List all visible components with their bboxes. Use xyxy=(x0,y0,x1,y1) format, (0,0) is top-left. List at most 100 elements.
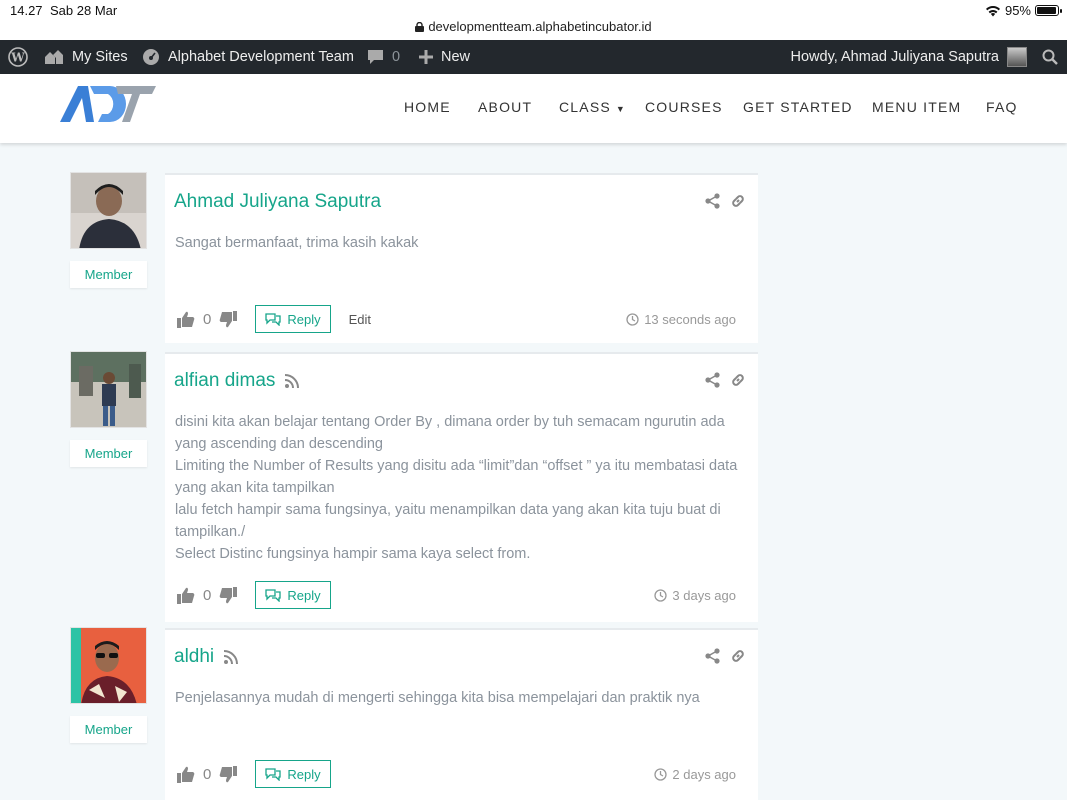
author-name[interactable]: aldhi xyxy=(174,646,214,668)
battery-fill xyxy=(1037,7,1056,14)
comment-line: Sangat bermanfaat, trima kasih kakak xyxy=(175,235,419,251)
comments-menu[interactable]: 0 xyxy=(367,40,400,74)
admin-bar: W My Sites Alphabet Development Team 0 N… xyxy=(0,40,1067,74)
comment-line: Select Distinc fungsinya hampir sama kay… xyxy=(175,546,531,562)
comment-avatar xyxy=(70,172,147,249)
nav-home[interactable]: HOME xyxy=(404,99,451,115)
comment-body: disini kita akan belajar tentang Order B… xyxy=(175,411,742,565)
battery-percent: 95% xyxy=(1004,3,1031,18)
comment-author: aldhi xyxy=(174,646,239,668)
my-sites-menu[interactable]: My Sites xyxy=(44,40,128,74)
comment-footer: 0 Reply 2 days ago xyxy=(177,760,736,788)
vote-count: 0 xyxy=(203,586,212,604)
reply-icon xyxy=(265,768,281,781)
plus-icon xyxy=(419,50,433,64)
status-time: 14.27 xyxy=(10,3,43,18)
comment-timestamp: 2 days ago xyxy=(654,767,736,782)
status-bar: 14.27 Sab 28 Mar developmentteam.alphabe… xyxy=(0,0,1067,40)
my-sites-icon xyxy=(45,50,63,64)
comment-author: alfian dimas xyxy=(174,370,300,392)
wordpress-menu[interactable]: W xyxy=(8,40,28,74)
thumbs-down-icon[interactable] xyxy=(219,765,238,783)
comment-avatar xyxy=(70,627,147,704)
search-icon xyxy=(1042,49,1058,65)
account-menu[interactable]: Howdy, Ahmad Juliyana Saputra xyxy=(790,40,1027,74)
comment-line: disini kita akan belajar tentang Order B… xyxy=(175,414,725,430)
comment-line: yang ascending dan descending xyxy=(175,436,383,452)
clock-icon xyxy=(654,588,668,602)
address-bar[interactable]: developmentteam.alphabetincubator.id xyxy=(0,19,1067,34)
nav-class[interactable]: CLASS ▼ xyxy=(559,99,626,115)
comment-bubble-icon xyxy=(368,50,383,64)
status-date: Sab 28 Mar xyxy=(50,3,118,18)
nav-menu-item[interactable]: MENU ITEM xyxy=(872,99,961,115)
wifi-icon xyxy=(985,5,1000,16)
rss-icon[interactable] xyxy=(285,374,300,388)
comment-avatar xyxy=(70,351,147,428)
edit-link[interactable]: Edit xyxy=(349,312,371,327)
reply-label: Reply xyxy=(287,311,321,327)
comment-line: Penjelasannya mudah di mengerti sehingga… xyxy=(175,690,700,706)
rss-icon[interactable] xyxy=(224,650,239,664)
vote-controls: 0 xyxy=(177,310,238,328)
site-logo[interactable] xyxy=(60,84,156,124)
reply-icon xyxy=(265,313,281,326)
comment-card: Ahmad Juliyana Saputra Sangat bermanfaat… xyxy=(165,173,758,343)
thumbs-down-icon[interactable] xyxy=(219,310,238,328)
member-badge: Member xyxy=(70,716,147,743)
new-label: New xyxy=(441,49,471,65)
author-name[interactable]: Ahmad Juliyana Saputra xyxy=(174,191,381,213)
comment-body: Penjelasannya mudah di mengerti sehingga… xyxy=(175,687,742,709)
nav-class-label: CLASS xyxy=(559,99,611,115)
admin-search[interactable] xyxy=(1042,40,1058,74)
reply-button[interactable]: Reply xyxy=(255,305,331,333)
comment-body: Sangat bermanfaat, trima kasih kakak xyxy=(175,232,742,254)
link-icon[interactable] xyxy=(730,372,746,388)
reply-button[interactable]: Reply xyxy=(255,760,331,788)
member-badge: Member xyxy=(70,440,147,467)
comment-footer: 0 Reply 3 days ago xyxy=(177,581,736,609)
author-name[interactable]: alfian dimas xyxy=(174,370,275,392)
my-sites-label: My Sites xyxy=(72,49,128,65)
svg-text:W: W xyxy=(10,51,25,65)
vote-count: 0 xyxy=(203,310,212,328)
vote-controls: 0 xyxy=(177,586,238,604)
nav-about[interactable]: ABOUT xyxy=(478,99,532,115)
status-right: 95% xyxy=(985,3,1062,18)
avatar xyxy=(1007,47,1027,67)
share-icon[interactable] xyxy=(705,193,720,209)
thumbs-up-icon[interactable] xyxy=(177,766,195,783)
new-content-menu[interactable]: New xyxy=(419,40,470,74)
thumbs-down-icon[interactable] xyxy=(219,586,238,604)
battery-icon xyxy=(1035,5,1062,16)
vote-count: 0 xyxy=(203,765,212,783)
avatar-photo xyxy=(71,628,146,703)
share-icon[interactable] xyxy=(705,372,720,388)
clock-icon xyxy=(626,312,639,326)
link-icon[interactable] xyxy=(730,648,746,664)
site-name-label: Alphabet Development Team xyxy=(168,49,354,65)
comment-card: aldhi Penjelasannya mudah di mengerti se… xyxy=(165,628,758,800)
comment-line: lalu fetch hampir sama fungsinya, yaitu … xyxy=(175,502,721,518)
thumbs-up-icon[interactable] xyxy=(177,311,195,328)
vote-controls: 0 xyxy=(177,765,238,783)
timestamp-text: 2 days ago xyxy=(672,766,736,782)
timestamp-text: 13 seconds ago xyxy=(644,311,736,327)
reply-icon xyxy=(265,589,281,602)
reply-label: Reply xyxy=(287,587,321,603)
share-icon[interactable] xyxy=(705,648,720,664)
thumbs-up-icon[interactable] xyxy=(177,587,195,604)
site-name-menu[interactable]: Alphabet Development Team xyxy=(142,40,354,74)
link-icon[interactable] xyxy=(730,193,746,209)
member-badge: Member xyxy=(70,261,147,288)
url-text: developmentteam.alphabetincubator.id xyxy=(428,19,652,34)
howdy-label: Howdy, Ahmad Juliyana Saputra xyxy=(790,49,1000,65)
caret-down-icon: ▼ xyxy=(615,104,627,114)
nav-courses[interactable]: COURSES xyxy=(645,99,723,115)
comment-timestamp: 13 seconds ago xyxy=(626,312,736,327)
nav-get-started[interactable]: GET STARTED xyxy=(743,99,853,115)
reply-button[interactable]: Reply xyxy=(255,581,331,609)
nav-faq[interactable]: FAQ xyxy=(986,99,1018,115)
wordpress-icon: W xyxy=(8,47,28,67)
dashboard-icon xyxy=(143,49,159,65)
